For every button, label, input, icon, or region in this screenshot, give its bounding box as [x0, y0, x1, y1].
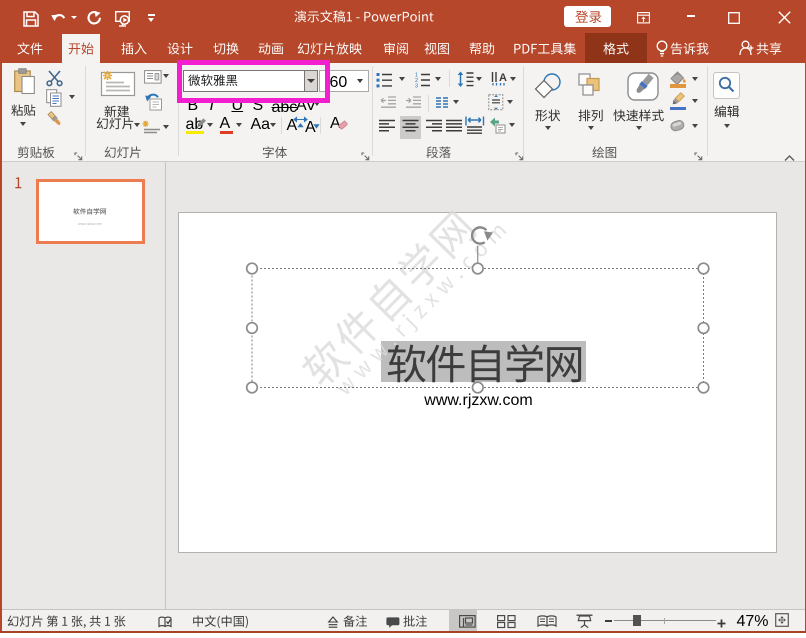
svg-text:3: 3: [415, 83, 418, 89]
svg-text:1: 1: [415, 72, 418, 78]
svg-text:A: A: [499, 72, 507, 84]
svg-text:2: 2: [415, 78, 418, 84]
